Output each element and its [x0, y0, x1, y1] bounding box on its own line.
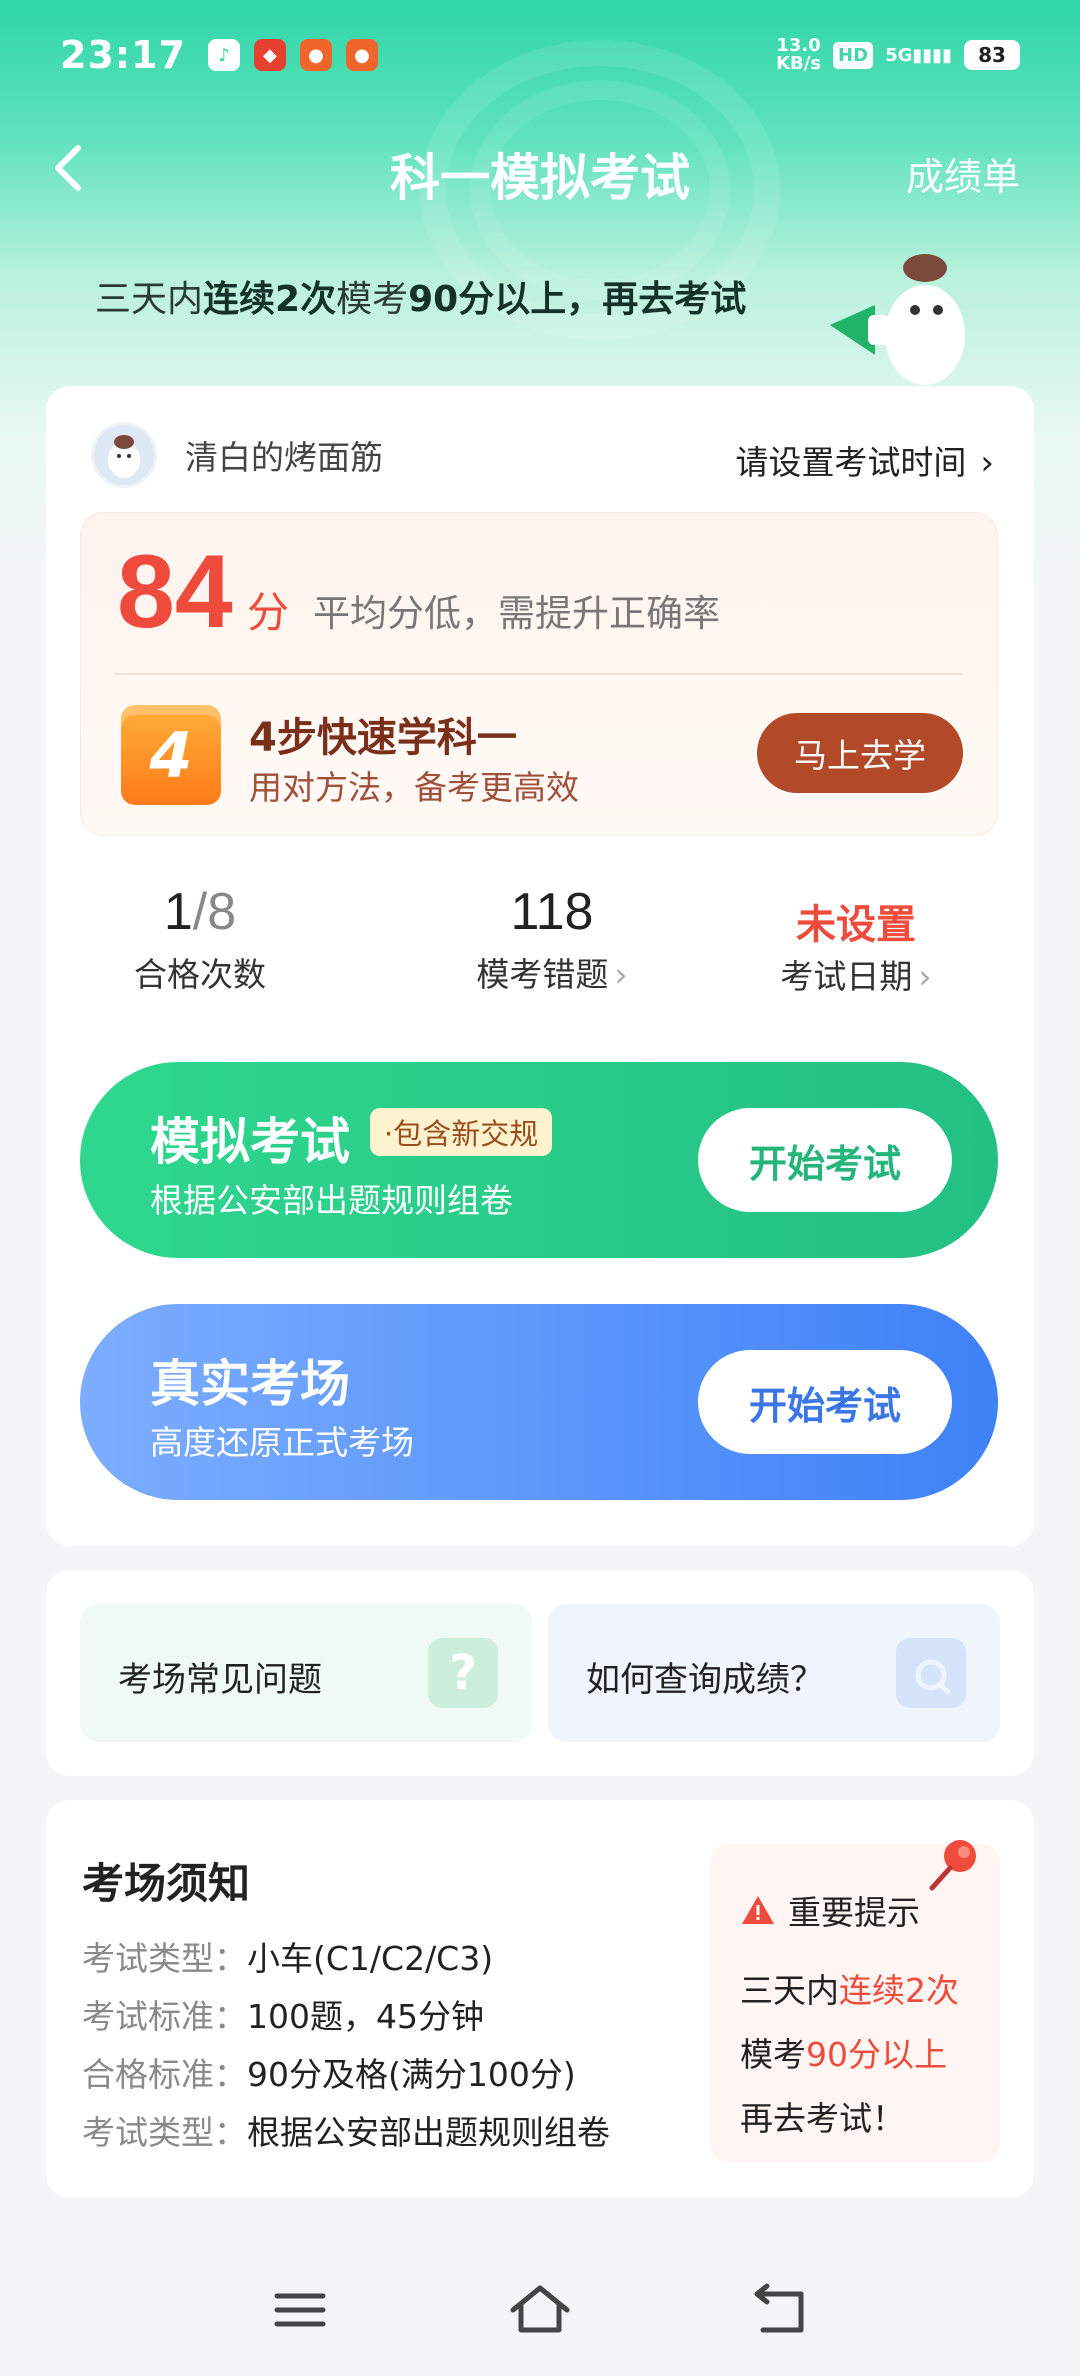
tip-highlight: 90分以上 [806, 2035, 947, 2074]
learn-now-button[interactable]: 马上去学 [757, 713, 963, 793]
exam-date-label: 考试日期 › [746, 950, 966, 998]
tip-highlight: 连续2次 [839, 1971, 959, 2010]
set-exam-time-label: 请设置考试时间 [735, 443, 967, 482]
exam-notice-card: 考场须知 考试类型：小车(C1/C2/C3) 考试标准：100题，45分钟 合格… [46, 1800, 1034, 2198]
notice-row-key: 考试类型： [82, 1939, 247, 1978]
network-speed-unit: KB/s [776, 53, 822, 74]
notice-row-value: 90分及格(满分100分) [247, 2055, 576, 2094]
start-mock-exam-button[interactable]: 开始考试 [698, 1108, 952, 1212]
avatar[interactable] [91, 422, 157, 488]
score-unit: 分 [247, 588, 290, 637]
notice-row: 考试类型：小车(C1/C2/C3) [82, 1932, 493, 1980]
tiktok-icon: ♪ [207, 39, 240, 71]
notice-row: 考试类型：根据公安部出题规则组卷 [82, 2106, 610, 2154]
app-icon-orange: ● [299, 39, 332, 71]
exam-date-label-text: 考试日期 [780, 957, 913, 996]
faq-check-score[interactable]: 如何查询成绩？ [548, 1604, 1000, 1742]
promo-banner: 三天内连续2次模考90分以上，再去考试 [95, 270, 746, 322]
system-nav-bar [0, 2250, 1080, 2376]
tip-header: 重要提示 [740, 1886, 920, 1934]
set-exam-time-link[interactable]: 请设置考试时间 › [735, 436, 994, 484]
warning-icon [742, 1896, 774, 1924]
question-icon: ? [428, 1638, 498, 1708]
mock-exam-subtitle: 根据公安部出题规则组卷 [150, 1181, 513, 1220]
signal-icon: 5G▮▮▮▮ [885, 44, 952, 66]
network-type: 5G [885, 44, 913, 66]
notice-title: 考场须知 [82, 1859, 251, 1908]
score-hint: 平均分低，需提升正确率 [313, 592, 720, 635]
tip-text: 三天内 [740, 1971, 839, 2010]
start-real-exam-button[interactable]: 开始考试 [698, 1350, 952, 1454]
app-icon-red: ◆ [253, 39, 286, 71]
status-indicators: 13.0 KB/s HD 5G▮▮▮▮ 83 [776, 37, 1020, 73]
notice-row-key: 考试类型： [82, 2113, 247, 2152]
status-time: 23:17 [60, 33, 186, 77]
average-score: 84 [117, 534, 233, 650]
pass-count-main: 1 [163, 883, 193, 941]
back-icon[interactable] [745, 2280, 815, 2340]
tip-text: 模考 [740, 2035, 806, 2074]
real-exam-subtitle: 高度还原正式考场 [150, 1423, 414, 1462]
wrong-questions-label: 模考错题 › [442, 948, 662, 996]
notice-row-value: 100题，45分钟 [247, 1997, 484, 2036]
banner-bold-2: 90分以上，再去考试 [408, 279, 747, 320]
chevron-right-icon: › [918, 957, 932, 996]
network-speed: 13.0 KB/s [776, 37, 821, 73]
pass-count-total: /8 [192, 883, 237, 941]
faq-card: 考场常见问题 ? 如何查询成绩？ [46, 1570, 1034, 1776]
search-score-icon [896, 1638, 966, 1708]
status-app-icons: ♪ ◆ ● ● [207, 39, 378, 71]
steps-subtitle: 用对方法，备考更高效 [249, 768, 579, 807]
wrong-questions-value: 118 [510, 883, 594, 941]
menu-icon[interactable] [265, 2280, 335, 2340]
pass-count-stat: 1/8 合格次数 [100, 882, 300, 996]
tip-line-3: 再去考试！ [740, 2099, 905, 2138]
notice-row-key: 考试标准： [82, 1997, 247, 2036]
nav-bar: 科一模拟考试 成绩单 [0, 120, 1080, 220]
pass-count-label: 合格次数 [134, 955, 266, 994]
faq-common-questions[interactable]: 考场常见问题 ? [80, 1604, 532, 1742]
report-card-link[interactable]: 成绩单 [906, 146, 1020, 201]
user-name: 清白的烤面筋 [185, 438, 383, 477]
real-exam-card[interactable]: 真实考场 高度还原正式考场 开始考试 [80, 1304, 998, 1500]
battery-icon: 83 [964, 40, 1020, 70]
tip-title: 重要提示 [788, 1893, 920, 1932]
exam-date-value: 未设置 [796, 902, 916, 948]
wrong-questions-stat[interactable]: 118 模考错题 › [442, 882, 662, 996]
home-icon[interactable] [505, 2280, 575, 2340]
faq-check-score-label: 如何查询成绩？ [586, 1660, 824, 1700]
new-rules-badge: ·包含新交规 [370, 1108, 553, 1156]
tip-line-1: 三天内连续2次 [740, 1964, 959, 2012]
tip-line-2: 模考90分以上 [740, 2028, 947, 2076]
pass-count-value: 1/8 [100, 882, 300, 942]
app-icon-orange-2: ● [345, 39, 378, 71]
mascot-megaphone-icon [830, 254, 965, 385]
mock-exam-title: 模拟考试 [150, 1113, 350, 1171]
notice-row: 考试标准：100题，45分钟 [82, 1990, 484, 2038]
status-bar: 23:17 ♪ ◆ ● ● 13.0 KB/s HD 5G▮▮▮▮ 83 [0, 0, 1080, 110]
chevron-right-icon: › [980, 443, 994, 483]
avatar-mascot-icon [108, 435, 140, 478]
wrong-questions-label-text: 模考错题 [476, 955, 609, 994]
exam-overview-card: 清白的烤面筋 请设置考试时间 › 84 分 平均分低，需提升正确率 4 4步快速学… [46, 386, 1034, 1546]
exam-date-stat[interactable]: 未设置 考试日期 › [746, 882, 966, 998]
hd-icon: HD [833, 41, 874, 69]
four-steps-icon: 4 [121, 705, 221, 805]
banner-text-1: 三天内 [95, 279, 204, 320]
pushpin-icon [929, 1840, 976, 1891]
notice-row-value: 根据公安部出题规则组卷 [247, 2113, 610, 2152]
notice-row-value: 小车(C1/C2/C3) [247, 1939, 494, 1978]
user-row: 清白的烤面筋 [91, 422, 383, 488]
faq-common-questions-label: 考场常见问题 [118, 1660, 322, 1700]
banner-bold-1: 连续2次 [203, 279, 337, 320]
score-panel: 84 分 平均分低，需提升正确率 4 4步快速学科一 用对方法，备考更高效 马上… [80, 512, 998, 836]
steps-title: 4步快速学科一 [249, 715, 517, 761]
banner-text-2: 模考 [336, 279, 409, 320]
mock-exam-card[interactable]: 模拟考试 ·包含新交规 根据公安部出题规则组卷 开始考试 [80, 1062, 998, 1258]
notice-row-key: 合格标准： [82, 2055, 247, 2094]
real-exam-title: 真实考场 [150, 1355, 350, 1413]
notice-row: 合格标准：90分及格(满分100分) [82, 2048, 576, 2096]
divider [115, 673, 963, 675]
chevron-right-icon: › [614, 955, 628, 994]
